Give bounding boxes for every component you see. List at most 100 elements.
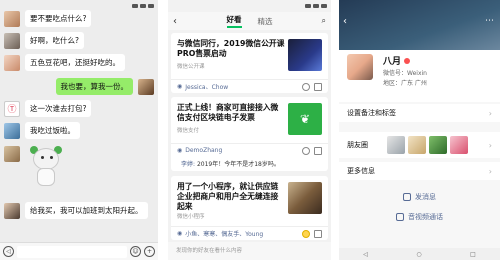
emoji-icon[interactable]: ☺: [130, 246, 141, 257]
avatar[interactable]: [4, 146, 20, 162]
article-thumbnail[interactable]: [288, 182, 322, 214]
article-card[interactable]: 与微信同行，2019微信公开课PRO售票启动 微信公开课 ◉ Jessica、C…: [171, 33, 328, 93]
comment-text: 2019年！今年不是才18岁吗。: [196, 161, 280, 168]
chat-message-self: 我也要，算我一份。: [55, 78, 154, 95]
plus-icon[interactable]: +: [144, 246, 155, 257]
wechat-id-label: 微信号：: [383, 70, 408, 77]
profile-avatar[interactable]: [347, 54, 373, 80]
avatar[interactable]: [4, 32, 20, 49]
video-call-label: 音视频通话: [408, 213, 443, 221]
chat-bubble-self[interactable]: 我也要，算我一份。: [55, 78, 133, 95]
comment-user[interactable]: 李婷:: [181, 161, 195, 168]
chevron-right-icon: ›: [488, 166, 492, 176]
article-footer: ◉ Jessica、Chow: [171, 79, 328, 93]
comment-icon[interactable]: [314, 146, 322, 155]
chat-bubble[interactable]: 我吃过饭啦。: [25, 122, 80, 139]
chat-bubble[interactable]: 要不要吃点什么?: [25, 10, 92, 27]
article-footer: ◉ DemoZhang: [171, 143, 328, 157]
article-thumbnail[interactable]: [288, 39, 322, 71]
voice-icon[interactable]: ◁: [3, 246, 14, 257]
avatar[interactable]: Ⓣ: [4, 100, 20, 117]
status-bar: [168, 0, 331, 12]
article-title[interactable]: 正式上线！商家可直接接入微信支付区块链电子发票: [177, 103, 285, 123]
article-card[interactable]: 用了一个小程序，就让供应链企业把商户和用户全无缝连接起来 微信小程序 ◉ 小鱼、…: [171, 176, 328, 240]
avatar-self[interactable]: [138, 78, 154, 95]
nav-home-icon[interactable]: ○: [416, 251, 421, 258]
chat-bubble[interactable]: 好啊，吃什么?: [25, 32, 84, 49]
article-title[interactable]: 与微信同行，2019微信公开课PRO售票启动: [177, 39, 285, 59]
chat-message: 我吃过饭啦。: [4, 122, 80, 139]
wow-icon[interactable]: [302, 146, 310, 155]
moment-thumbnail[interactable]: [450, 136, 468, 154]
article-source: 微信公开课: [177, 64, 205, 70]
article-title[interactable]: 用了一个小程序，就让供应链企业把商户和用户全无缝连接起来: [177, 182, 285, 212]
top-stories-header: ‹ 好看 精选 ⌕: [168, 12, 331, 30]
wechat-id: Weixin: [407, 70, 427, 77]
send-message-label: 发消息: [415, 193, 436, 201]
nav-back-icon[interactable]: ◁: [363, 251, 368, 258]
female-icon: [404, 57, 411, 64]
article-thumbnail[interactable]: ❦: [288, 103, 322, 135]
leaf-icon: ❦: [299, 112, 311, 126]
article-card[interactable]: 正式上线！商家可直接接入微信支付区块链电子发票 微信支付 ❦ ◉ DemoZha…: [171, 97, 328, 171]
send-message-button[interactable]: 发消息: [339, 192, 500, 202]
article-footer: ◉ 小鱼、寒寒、偶友手、Young: [171, 226, 328, 240]
chat-input[interactable]: [17, 245, 127, 258]
friends-liked[interactable]: Jessica、Chow: [185, 82, 228, 91]
android-nav-bar: ◁ ○ □: [339, 248, 500, 260]
chat-message: 要不要吃点什么?: [4, 10, 92, 27]
tab-featured[interactable]: 精选: [258, 16, 273, 27]
article-source: 微信支付: [177, 128, 200, 134]
article-source: 微信小程序: [177, 214, 205, 220]
chevron-right-icon: ›: [488, 140, 492, 150]
more-info-row[interactable]: 更多信息 ›: [339, 162, 500, 180]
moments-row[interactable]: 朋友圈 ›: [339, 132, 500, 158]
group-icon: ◉: [177, 83, 183, 90]
avatar[interactable]: [4, 122, 20, 139]
chat-bubble[interactable]: 给我买，我可以加班到太阳升起。: [25, 202, 148, 219]
avatar[interactable]: [4, 54, 20, 71]
top-stories-screen: ‹ 好看 精选 ⌕ 与微信同行，2019微信公开课PRO售票启动 微信公开课 ◉…: [168, 0, 331, 260]
chat-bubble[interactable]: 五色豆花吧，还挺好吃的。: [25, 54, 125, 71]
moment-thumbnail[interactable]: [408, 136, 426, 154]
moment-thumbnail[interactable]: [387, 136, 405, 154]
chat-input-bar: ◁ ☺ +: [0, 242, 158, 260]
group-icon: ◉: [177, 147, 183, 154]
video-call-button[interactable]: 音视频通话: [339, 212, 500, 222]
group-icon: ◉: [177, 230, 183, 237]
discover-footer[interactable]: 发现你的好友在看什么内容: [168, 242, 331, 260]
wow-icon[interactable]: [302, 229, 310, 238]
comment-icon[interactable]: [314, 229, 322, 238]
wow-icon[interactable]: [302, 82, 310, 91]
moment-thumbnail[interactable]: [429, 136, 447, 154]
nav-recents-icon[interactable]: □: [470, 251, 476, 258]
friends-liked[interactable]: 小鱼、寒寒、偶友手、Young: [185, 229, 263, 238]
back-icon[interactable]: ‹: [343, 16, 347, 27]
remark-tags-label: 设置备注和标签: [347, 109, 396, 117]
profile-screen: ‹ ⋯ 八月 微信号：Weixin 地区：广东 广州 设置备注和标签 › 朋友圈…: [339, 0, 500, 260]
video-icon: [396, 213, 404, 221]
avatar[interactable]: [4, 10, 20, 27]
chat-screen: 要不要吃点什么? 好啊，吃什么? 五色豆花吧，还挺好吃的。 我也要，算我一份。 …: [0, 0, 158, 260]
chat-message: 五色豆花吧，还挺好吃的。: [4, 54, 125, 71]
region-value: 广东 广州: [401, 80, 427, 87]
profile-name: 八月: [383, 57, 402, 67]
more-icon[interactable]: ⋯: [485, 16, 494, 26]
friends-liked[interactable]: DemoZhang: [185, 147, 222, 154]
comment-row: 李婷: 2019年！今年不是才18岁吗。: [181, 159, 280, 168]
chat-message: 给我买，我可以加班到太阳升起。: [4, 202, 148, 219]
tab-top-stories[interactable]: 好看: [226, 14, 242, 28]
chevron-right-icon: ›: [488, 108, 492, 118]
sticker-image[interactable]: [26, 146, 68, 192]
message-icon: [403, 193, 411, 201]
chat-message-sticker: [4, 146, 68, 192]
region-label: 地区：: [383, 80, 402, 87]
more-info-label: 更多信息: [347, 167, 375, 175]
chat-bubble[interactable]: 这一次谁去打包?: [25, 100, 92, 117]
profile-card: 八月 微信号：Weixin 地区：广东 广州: [339, 50, 500, 102]
comment-icon[interactable]: [314, 82, 322, 91]
region-row: 地区：广东 广州: [383, 78, 427, 87]
chat-message: Ⓣ 这一次谁去打包?: [4, 100, 92, 117]
remark-tags-row[interactable]: 设置备注和标签 ›: [339, 104, 500, 122]
avatar[interactable]: [4, 202, 20, 219]
